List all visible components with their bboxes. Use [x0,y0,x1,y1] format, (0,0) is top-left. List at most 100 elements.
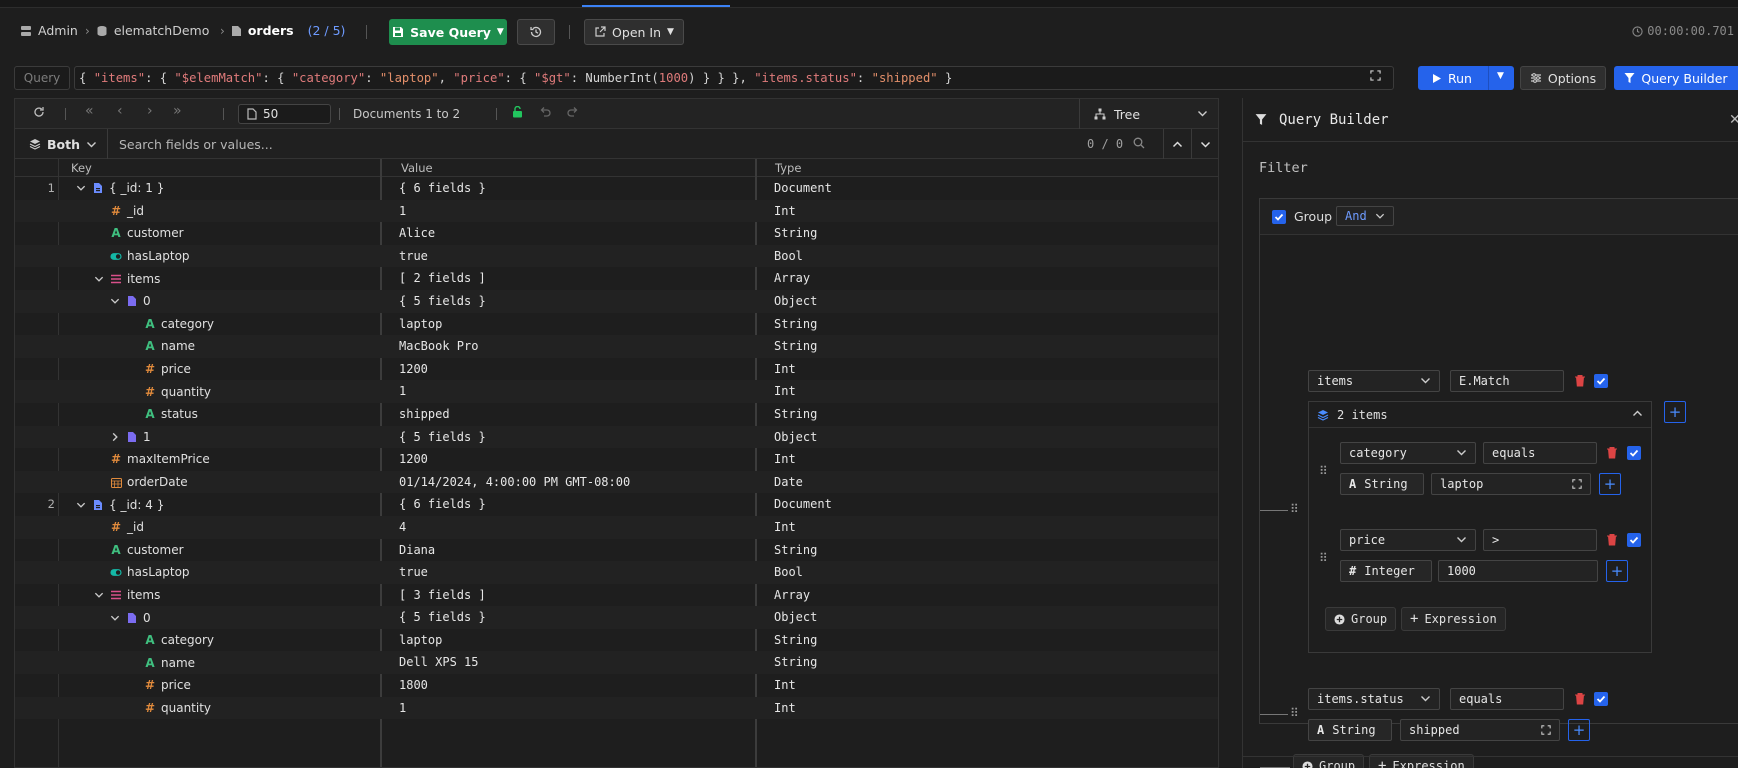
chevron-down-icon[interactable] [75,183,87,193]
tree-row[interactable]: Acustomer Diana String [15,539,1218,562]
trash-icon[interactable] [1574,374,1588,388]
search-input[interactable] [119,135,719,153]
tree-row[interactable]: orderDate 01/14/2024, 4:00:00 PM GMT-08:0… [15,470,1218,494]
add-value-button[interactable]: + [1568,719,1590,741]
add-expression-button[interactable]: + Expression [1401,607,1506,631]
tree-row[interactable]: items [ 2 fields ] Array [15,267,1218,290]
redo-icon[interactable] [567,106,579,121]
subcondition-field-select[interactable]: category [1340,442,1476,464]
column-header-value[interactable]: Value [401,161,433,175]
prev-page-icon[interactable]: ‹ [117,103,123,119]
subcondition-field-select[interactable]: price [1340,529,1476,551]
tree-row[interactable]: 0 { 5 fields } Object [15,289,1218,313]
add-value-button[interactable]: + [1599,473,1621,495]
add-group-button[interactable]: Group [1325,607,1397,631]
logic-operator-select[interactable]: And [1336,206,1394,226]
expand-icon[interactable] [1541,724,1551,738]
condition-enabled-checkbox[interactable] [1594,374,1608,388]
value-type-button[interactable]: A String [1308,719,1392,741]
condition-enabled-checkbox[interactable] [1594,692,1608,706]
breadcrumb-database[interactable]: › elematchDemo [85,23,209,38]
subcondition-enabled-checkbox[interactable] [1627,533,1641,547]
tree-row[interactable]: # maxItemPrice 1200 Int [15,448,1218,471]
drag-handle-icon[interactable]: ⠿ [1319,464,1328,478]
open-in-button[interactable]: Open In ▼ [584,19,684,45]
view-mode-select[interactable]: Tree [1079,99,1218,129]
run-button[interactable]: Run ▼ [1418,66,1514,90]
tree-row[interactable]: 0 { 5 fields } Object [15,606,1218,629]
save-query-button[interactable]: Save Query ▼ [389,19,507,45]
condition-operator-select[interactable]: equals [1450,688,1564,710]
condition-field-select[interactable]: items.status [1308,688,1440,710]
tree-row[interactable]: Aname Dell XPS 15 String [15,651,1218,675]
chevron-down-icon[interactable] [75,500,87,510]
next-match-button[interactable] [1191,129,1218,159]
chevron-down-icon[interactable] [93,590,105,600]
subgroup-header[interactable]: 2 items [1309,402,1651,428]
chevron-down-icon[interactable] [93,274,105,284]
trash-icon[interactable] [1574,692,1588,706]
value-type-button[interactable]: # Integer [1340,560,1432,582]
unlock-icon[interactable] [512,105,523,121]
breadcrumb-collection[interactable]: › orders (2 / 5) [220,23,345,38]
tree-row[interactable]: Acustomer Alice String [15,222,1218,245]
tree-row[interactable]: 1 { _id: 1 } { 6 fields } Document [15,177,1218,200]
trash-icon[interactable] [1606,533,1620,547]
tree-row[interactable]: # _id 4 Int [15,515,1218,539]
page-size-input[interactable]: 50 [238,104,331,124]
chevron-right-icon[interactable] [109,432,121,442]
tree-row[interactable]: Acategory laptop String [15,629,1218,652]
tree-row[interactable]: Acategory laptop String [15,313,1218,336]
subcondition-operator-select[interactable]: > [1483,529,1597,551]
tree-row[interactable]: # quantity 1 Int [15,696,1218,720]
tree-row[interactable]: Astatus shipped String [15,403,1218,426]
drag-handle-icon[interactable]: ⠿ [1319,551,1328,565]
tree-row[interactable]: 2 { _id: 4 } { 6 fields } Document [15,493,1218,516]
tree-row[interactable]: Aname MacBook Pro String [15,335,1218,358]
query-editor[interactable]: { "items": { "$elemMatch": { "category":… [74,66,1394,90]
column-header-key[interactable]: Key [71,161,92,175]
drag-handle-icon[interactable]: ⠿ [1290,706,1299,720]
add-value-button[interactable]: + [1606,560,1628,582]
condition-value-input[interactable]: shipped [1400,719,1560,741]
condition-field-select[interactable]: items [1308,370,1440,392]
undo-icon[interactable] [539,106,551,121]
last-page-icon[interactable]: » [173,103,182,119]
caret-down-icon[interactable]: ▼ [1497,71,1504,81]
options-button[interactable]: Options [1520,66,1606,90]
breadcrumb-admin[interactable]: Admin [20,23,78,38]
close-icon[interactable]: ✕ [1729,112,1738,128]
add-condition-button[interactable]: + [1664,401,1686,423]
subcondition-value-input[interactable]: 1000 [1438,560,1598,582]
tree-row[interactable]: hasLaptop true Bool [15,561,1218,584]
chevron-down-icon[interactable] [109,296,121,306]
expand-icon[interactable] [1572,478,1582,492]
tree-row[interactable]: # quantity 1 Int [15,380,1218,403]
search-icon[interactable] [1133,137,1145,152]
value-type-button[interactable]: A String [1340,473,1424,495]
trash-icon[interactable] [1606,446,1620,460]
group-enabled-checkbox[interactable] [1272,210,1286,224]
refresh-icon[interactable] [33,106,45,121]
condition-operator-select[interactable]: E.Match [1450,370,1564,392]
chevron-up-icon[interactable] [1632,408,1643,422]
subcondition-operator-select[interactable]: equals [1483,442,1597,464]
prev-match-button[interactable] [1163,129,1191,159]
history-button[interactable] [517,19,555,45]
tree-row[interactable]: 1 { 5 fields } Object [15,425,1218,449]
tree-row[interactable]: items [ 3 fields ] Array [15,584,1218,607]
tree-row[interactable]: # _id 1 Int [15,199,1218,223]
tree-row[interactable]: # price 1200 Int [15,358,1218,381]
next-page-icon[interactable]: › [147,103,153,119]
drag-handle-icon[interactable]: ⠿ [1290,502,1299,516]
column-header-type[interactable]: Type [775,161,801,175]
tree-row[interactable]: hasLaptop true Bool [15,244,1218,268]
expand-icon[interactable] [1370,70,1381,84]
search-scope-select[interactable]: Both [15,129,108,159]
chevron-down-icon[interactable] [109,613,121,623]
tree-row[interactable]: # price 1800 Int [15,674,1218,697]
first-page-icon[interactable]: « [85,103,94,119]
subcondition-enabled-checkbox[interactable] [1627,446,1641,460]
query-builder-button[interactable]: Query Builder [1614,66,1738,90]
subcondition-value-input[interactable]: laptop [1431,473,1591,495]
